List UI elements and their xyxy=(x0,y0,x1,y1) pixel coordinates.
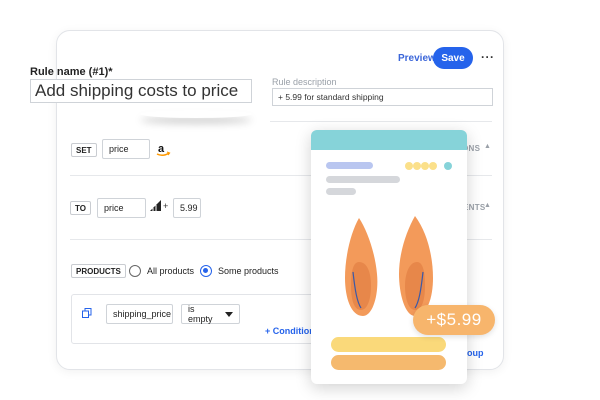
placeholder-bar xyxy=(326,188,356,195)
rule-name-label: Rule name (#1)* xyxy=(30,66,113,78)
more-options-icon[interactable]: ··· xyxy=(481,50,495,64)
chevron-up-icon[interactable]: ▲ xyxy=(484,202,491,209)
condition-field-select[interactable]: shipping_price xyxy=(106,304,173,324)
placeholder-pill xyxy=(331,355,446,370)
rule-description-label: Rule description xyxy=(272,77,337,87)
rating-star-icon xyxy=(421,162,429,170)
amazon-icon: a xyxy=(156,143,171,157)
placeholder-bar xyxy=(326,162,373,169)
add-condition-link[interactable]: + Condition xyxy=(265,326,315,336)
set-field-select[interactable]: price xyxy=(102,139,150,159)
color-swatch-icon xyxy=(444,162,452,170)
product-card xyxy=(311,130,467,384)
save-button[interactable]: Save xyxy=(433,47,473,69)
to-field-select[interactable]: price xyxy=(97,198,146,218)
rating-star-icon xyxy=(405,162,413,170)
condition-operator-label: is empty xyxy=(188,304,213,324)
products-tag: PRODUCTS xyxy=(71,264,126,278)
rule-description-input[interactable]: + 5.99 for standard shipping xyxy=(272,88,493,106)
placeholder-bar xyxy=(326,176,400,183)
dropdown-arrow-icon xyxy=(225,311,233,317)
signal-icon xyxy=(150,200,161,211)
radio-some-products[interactable] xyxy=(200,265,212,277)
radio-some-products-label: Some products xyxy=(218,266,279,276)
to-tag: TO xyxy=(70,201,91,215)
shoes-image xyxy=(345,216,433,316)
radio-all-products[interactable] xyxy=(129,265,141,277)
svg-text:a: a xyxy=(158,143,165,155)
rating-star-icon xyxy=(429,162,437,170)
preview-link[interactable]: Preview xyxy=(398,53,436,64)
condition-operator-select[interactable]: is empty xyxy=(181,304,240,324)
input-shadow xyxy=(140,110,252,118)
copy-icon[interactable] xyxy=(82,308,92,318)
radio-all-products-label: All products xyxy=(147,266,195,276)
price-badge: +$5.99 xyxy=(413,305,495,335)
card-header-bar xyxy=(311,130,467,150)
rating-star-icon xyxy=(413,162,421,170)
rule-name-input[interactable]: Add shipping costs to price xyxy=(30,79,252,103)
plus-operator: + xyxy=(163,201,169,211)
set-tag: SET xyxy=(71,143,97,157)
divider xyxy=(270,121,492,122)
chevron-up-icon[interactable]: ▲ xyxy=(484,143,491,150)
placeholder-pill xyxy=(331,337,446,352)
to-value-input[interactable]: 5.99 xyxy=(173,198,201,218)
